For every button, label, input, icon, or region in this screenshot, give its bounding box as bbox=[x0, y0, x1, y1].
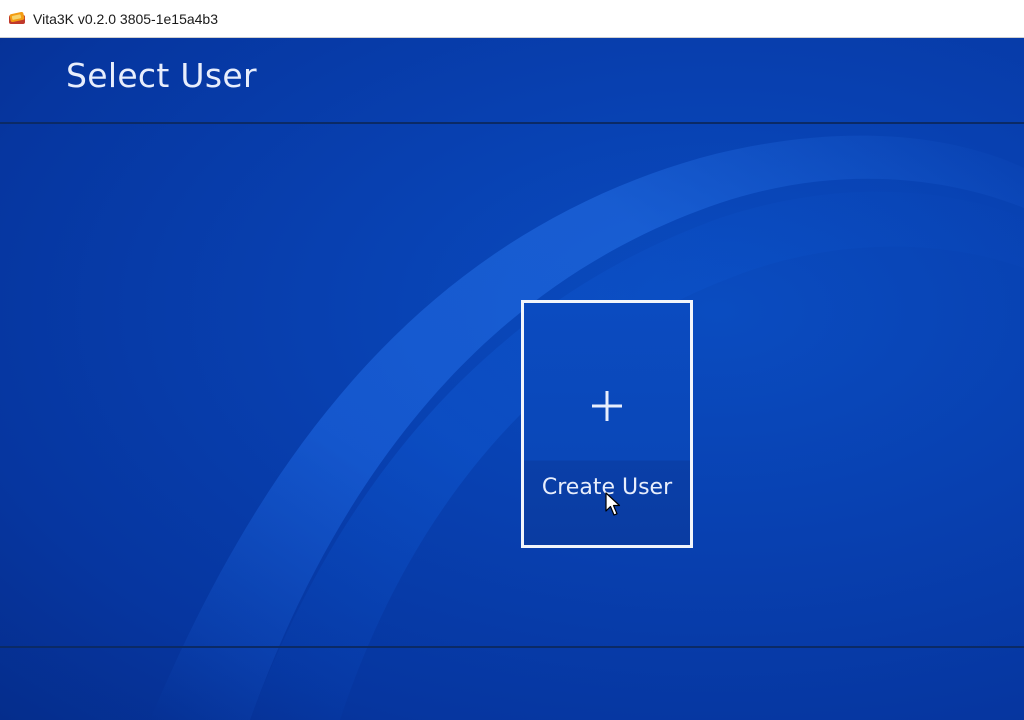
vita3k-window: Vita3K v0.2.0 3805-1e15a4b3 Select User … bbox=[0, 0, 1024, 720]
title-bar: Vita3K v0.2.0 3805-1e15a4b3 bbox=[0, 0, 1024, 38]
footer-divider bbox=[0, 646, 1024, 648]
header-divider bbox=[0, 122, 1024, 124]
window-title: Vita3K v0.2.0 3805-1e15a4b3 bbox=[33, 10, 219, 27]
plus-icon bbox=[592, 391, 622, 421]
background-wave bbox=[150, 135, 1024, 720]
create-user-label: Create User bbox=[541, 475, 673, 500]
vita3k-app-icon bbox=[8, 10, 26, 28]
page-title: Select User bbox=[66, 56, 257, 95]
user-select-screen: Select User Create User bbox=[0, 38, 1024, 720]
create-user-button[interactable]: Create User bbox=[521, 300, 693, 548]
